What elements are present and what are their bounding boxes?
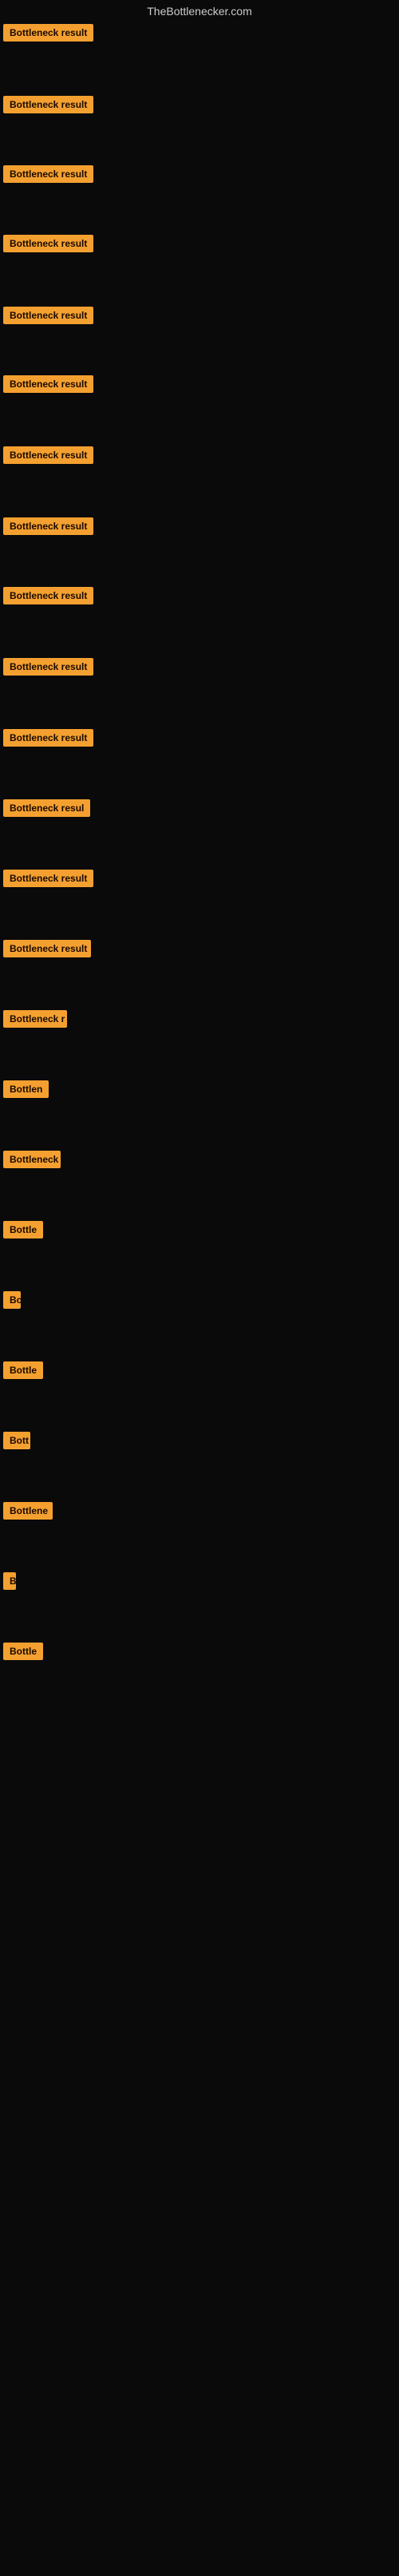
result-row-5: Bottleneck result: [0, 303, 97, 331]
result-row-1: Bottleneck result: [0, 21, 97, 49]
bottleneck-badge-11[interactable]: Bottleneck result: [3, 729, 93, 747]
bottleneck-badge-15[interactable]: Bottleneck r: [3, 1010, 67, 1028]
result-row-19: Bo: [0, 1288, 24, 1316]
bottleneck-badge-7[interactable]: Bottleneck result: [3, 446, 93, 464]
bottleneck-badge-21[interactable]: Bott: [3, 1432, 30, 1449]
result-row-17: Bottleneck: [0, 1147, 64, 1175]
bottleneck-badge-14[interactable]: Bottleneck result: [3, 940, 91, 957]
result-row-21: Bott: [0, 1429, 34, 1456]
result-row-7: Bottleneck result: [0, 443, 97, 471]
bottleneck-badge-17[interactable]: Bottleneck: [3, 1151, 61, 1168]
bottleneck-badge-24[interactable]: Bottle: [3, 1643, 43, 1660]
bottleneck-badge-9[interactable]: Bottleneck result: [3, 587, 93, 604]
site-title: TheBottlenecker.com: [0, 0, 399, 21]
bottleneck-badge-5[interactable]: Bottleneck result: [3, 307, 93, 324]
bottleneck-badge-16[interactable]: Bottlen: [3, 1080, 49, 1098]
result-row-22: Bottlene: [0, 1499, 56, 1527]
result-row-3: Bottleneck result: [0, 162, 97, 190]
result-row-24: Bottle: [0, 1639, 46, 1667]
bottleneck-badge-23[interactable]: B: [3, 1572, 16, 1590]
result-row-16: Bottlen: [0, 1077, 52, 1105]
result-row-14: Bottleneck result: [0, 937, 94, 965]
result-row-11: Bottleneck result: [0, 726, 97, 754]
result-row-8: Bottleneck result: [0, 514, 97, 542]
result-row-10: Bottleneck result: [0, 655, 97, 683]
bottleneck-badge-19[interactable]: Bo: [3, 1291, 21, 1309]
bottleneck-badge-10[interactable]: Bottleneck result: [3, 658, 93, 676]
bottleneck-badge-3[interactable]: Bottleneck result: [3, 165, 93, 183]
bottleneck-badge-20[interactable]: Bottle: [3, 1361, 43, 1379]
result-row-4: Bottleneck result: [0, 232, 97, 260]
bottleneck-badge-6[interactable]: Bottleneck result: [3, 375, 93, 393]
result-row-9: Bottleneck result: [0, 584, 97, 612]
result-row-13: Bottleneck result: [0, 866, 97, 894]
bottleneck-badge-1[interactable]: Bottleneck result: [3, 24, 93, 42]
result-row-2: Bottleneck result: [0, 93, 97, 121]
bottleneck-badge-18[interactable]: Bottle: [3, 1221, 43, 1238]
result-row-18: Bottle: [0, 1218, 46, 1246]
bottleneck-badge-12[interactable]: Bottleneck resul: [3, 799, 90, 817]
bottleneck-badge-2[interactable]: Bottleneck result: [3, 96, 93, 113]
bottleneck-badge-8[interactable]: Bottleneck result: [3, 517, 93, 535]
result-row-6: Bottleneck result: [0, 372, 97, 400]
result-row-23: B: [0, 1569, 19, 1597]
bottleneck-badge-13[interactable]: Bottleneck result: [3, 870, 93, 887]
bottleneck-badge-4[interactable]: Bottleneck result: [3, 235, 93, 252]
result-row-12: Bottleneck resul: [0, 796, 93, 824]
bottleneck-badge-22[interactable]: Bottlene: [3, 1502, 53, 1520]
result-row-20: Bottle: [0, 1358, 46, 1386]
result-row-15: Bottleneck r: [0, 1007, 70, 1035]
